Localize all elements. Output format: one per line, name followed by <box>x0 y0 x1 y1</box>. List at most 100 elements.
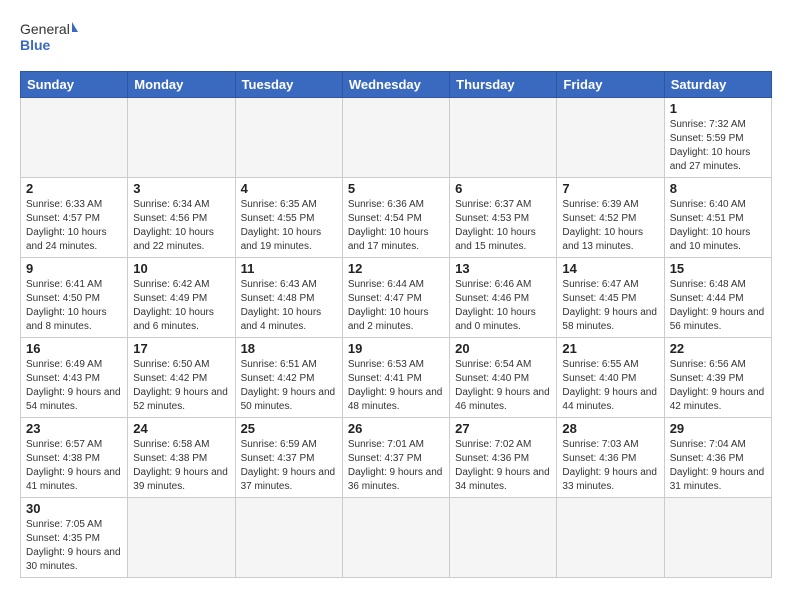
day-number: 4 <box>241 181 337 196</box>
weekday-thursday: Thursday <box>450 72 557 98</box>
page: General Blue SundayMondayTuesdayWednesda… <box>0 0 792 588</box>
day-info: Sunrise: 6:44 AM Sunset: 4:47 PM Dayligh… <box>348 278 444 334</box>
day-cell <box>235 98 342 178</box>
day-number: 29 <box>670 421 766 436</box>
day-info: Sunrise: 7:01 AM Sunset: 4:37 PM Dayligh… <box>348 438 444 494</box>
day-cell: 13Sunrise: 6:46 AM Sunset: 4:46 PM Dayli… <box>450 258 557 338</box>
day-cell: 24Sunrise: 6:58 AM Sunset: 4:38 PM Dayli… <box>128 418 235 498</box>
day-info: Sunrise: 6:35 AM Sunset: 4:55 PM Dayligh… <box>241 198 337 254</box>
day-info: Sunrise: 6:42 AM Sunset: 4:49 PM Dayligh… <box>133 278 229 334</box>
day-info: Sunrise: 7:02 AM Sunset: 4:36 PM Dayligh… <box>455 438 551 494</box>
day-cell: 28 Sunrise: 7:03 AM Sunset: 4:36 PM Dayli… <box>557 418 664 498</box>
logo-svg: General Blue <box>20 16 80 61</box>
day-cell: 30 Sunrise: 7:05 AM Sunset: 4:35 PM Dayli… <box>21 498 128 578</box>
day-cell: 10 Sunrise: 6:42 AM Sunset: 4:49 PM Dayli… <box>128 258 235 338</box>
day-info: Sunrise: 6:37 AM Sunset: 4:53 PM Dayligh… <box>455 198 551 254</box>
day-cell: 5Sunrise: 6:36 AM Sunset: 4:54 PM Daylig… <box>342 178 449 258</box>
weekday-wednesday: Wednesday <box>342 72 449 98</box>
weekday-saturday: Saturday <box>664 72 771 98</box>
week-row-0: 1 Sunrise: 7:32 AM Sunset: 5:59 PM Daylig… <box>21 98 772 178</box>
day-info: Sunrise: 6:40 AM Sunset: 4:51 PM Dayligh… <box>670 198 766 254</box>
week-row-2: 9Sunrise: 6:41 AM Sunset: 4:50 PM Daylig… <box>21 258 772 338</box>
day-number: 16 <box>26 341 122 356</box>
weekday-tuesday: Tuesday <box>235 72 342 98</box>
day-cell <box>235 498 342 578</box>
day-cell <box>664 498 771 578</box>
day-cell <box>557 98 664 178</box>
day-number: 10 <box>133 261 229 276</box>
day-cell: 8Sunrise: 6:40 AM Sunset: 4:51 PM Daylig… <box>664 178 771 258</box>
weekday-friday: Friday <box>557 72 664 98</box>
day-cell: 2Sunrise: 6:33 AM Sunset: 4:57 PM Daylig… <box>21 178 128 258</box>
week-row-1: 2Sunrise: 6:33 AM Sunset: 4:57 PM Daylig… <box>21 178 772 258</box>
day-number: 22 <box>670 341 766 356</box>
day-cell: 26 Sunrise: 7:01 AM Sunset: 4:37 PM Dayli… <box>342 418 449 498</box>
day-number: 11 <box>241 261 337 276</box>
day-number: 26 <box>348 421 444 436</box>
weekday-monday: Monday <box>128 72 235 98</box>
day-number: 18 <box>241 341 337 356</box>
weekday-sunday: Sunday <box>21 72 128 98</box>
day-info: Sunrise: 6:58 AM Sunset: 4:38 PM Dayligh… <box>133 438 229 494</box>
day-cell: 25 Sunrise: 6:59 AM Sunset: 4:37 PM Dayli… <box>235 418 342 498</box>
day-cell: 19Sunrise: 6:53 AM Sunset: 4:41 PM Dayli… <box>342 338 449 418</box>
day-cell: 14 Sunrise: 6:47 AM Sunset: 4:45 PM Dayli… <box>557 258 664 338</box>
day-number: 23 <box>26 421 122 436</box>
day-cell <box>342 98 449 178</box>
day-info: Sunrise: 6:49 AM Sunset: 4:43 PM Dayligh… <box>26 358 122 414</box>
day-cell: 9Sunrise: 6:41 AM Sunset: 4:50 PM Daylig… <box>21 258 128 338</box>
day-cell: 1 Sunrise: 7:32 AM Sunset: 5:59 PM Daylig… <box>664 98 771 178</box>
day-info: Sunrise: 6:57 AM Sunset: 4:38 PM Dayligh… <box>26 438 122 494</box>
week-row-3: 16 Sunrise: 6:49 AM Sunset: 4:43 PM Dayli… <box>21 338 772 418</box>
day-cell: 22 Sunrise: 6:56 AM Sunset: 4:39 PM Dayli… <box>664 338 771 418</box>
day-info: Sunrise: 7:04 AM Sunset: 4:36 PM Dayligh… <box>670 438 766 494</box>
day-info: Sunrise: 6:56 AM Sunset: 4:39 PM Dayligh… <box>670 358 766 414</box>
day-number: 17 <box>133 341 229 356</box>
day-cell: 23 Sunrise: 6:57 AM Sunset: 4:38 PM Dayli… <box>21 418 128 498</box>
day-number: 28 <box>562 421 658 436</box>
day-info: Sunrise: 6:59 AM Sunset: 4:37 PM Dayligh… <box>241 438 337 494</box>
day-cell: 27 Sunrise: 7:02 AM Sunset: 4:36 PM Dayli… <box>450 418 557 498</box>
week-row-4: 23 Sunrise: 6:57 AM Sunset: 4:38 PM Dayli… <box>21 418 772 498</box>
day-number: 7 <box>562 181 658 196</box>
day-info: Sunrise: 6:54 AM Sunset: 4:40 PM Dayligh… <box>455 358 551 414</box>
day-cell: 29 Sunrise: 7:04 AM Sunset: 4:36 PM Dayli… <box>664 418 771 498</box>
day-cell: 12 Sunrise: 6:44 AM Sunset: 4:47 PM Dayli… <box>342 258 449 338</box>
day-info: Sunrise: 6:50 AM Sunset: 4:42 PM Dayligh… <box>133 358 229 414</box>
day-info: Sunrise: 6:43 AM Sunset: 4:48 PM Dayligh… <box>241 278 337 334</box>
week-row-5: 30 Sunrise: 7:05 AM Sunset: 4:35 PM Dayli… <box>21 498 772 578</box>
day-cell: 18 Sunrise: 6:51 AM Sunset: 4:42 PM Dayli… <box>235 338 342 418</box>
day-number: 27 <box>455 421 551 436</box>
day-info: Sunrise: 6:36 AM Sunset: 4:54 PM Dayligh… <box>348 198 444 254</box>
day-number: 15 <box>670 261 766 276</box>
day-cell <box>342 498 449 578</box>
day-info: Sunrise: 6:47 AM Sunset: 4:45 PM Dayligh… <box>562 278 658 334</box>
day-number: 13 <box>455 261 551 276</box>
day-number: 20 <box>455 341 551 356</box>
svg-text:Blue: Blue <box>20 37 51 53</box>
day-cell: 3Sunrise: 6:34 AM Sunset: 4:56 PM Daylig… <box>128 178 235 258</box>
day-cell: 11 Sunrise: 6:43 AM Sunset: 4:48 PM Dayli… <box>235 258 342 338</box>
day-number: 12 <box>348 261 444 276</box>
day-number: 2 <box>26 181 122 196</box>
day-cell: 21Sunrise: 6:55 AM Sunset: 4:40 PM Dayli… <box>557 338 664 418</box>
day-cell: 17 Sunrise: 6:50 AM Sunset: 4:42 PM Dayli… <box>128 338 235 418</box>
day-cell <box>450 498 557 578</box>
day-number: 14 <box>562 261 658 276</box>
day-number: 25 <box>241 421 337 436</box>
day-number: 30 <box>26 501 122 516</box>
day-info: Sunrise: 7:03 AM Sunset: 4:36 PM Dayligh… <box>562 438 658 494</box>
day-cell <box>128 498 235 578</box>
calendar-body: 1 Sunrise: 7:32 AM Sunset: 5:59 PM Daylig… <box>21 98 772 578</box>
day-info: Sunrise: 7:05 AM Sunset: 4:35 PM Dayligh… <box>26 518 122 574</box>
day-info: Sunrise: 7:32 AM Sunset: 5:59 PM Dayligh… <box>670 118 766 174</box>
day-info: Sunrise: 6:51 AM Sunset: 4:42 PM Dayligh… <box>241 358 337 414</box>
day-cell <box>21 98 128 178</box>
day-cell: 6Sunrise: 6:37 AM Sunset: 4:53 PM Daylig… <box>450 178 557 258</box>
day-number: 3 <box>133 181 229 196</box>
day-number: 1 <box>670 101 766 116</box>
day-cell: 15Sunrise: 6:48 AM Sunset: 4:44 PM Dayli… <box>664 258 771 338</box>
day-number: 21 <box>562 341 658 356</box>
day-info: Sunrise: 6:41 AM Sunset: 4:50 PM Dayligh… <box>26 278 122 334</box>
header: General Blue <box>20 16 772 61</box>
